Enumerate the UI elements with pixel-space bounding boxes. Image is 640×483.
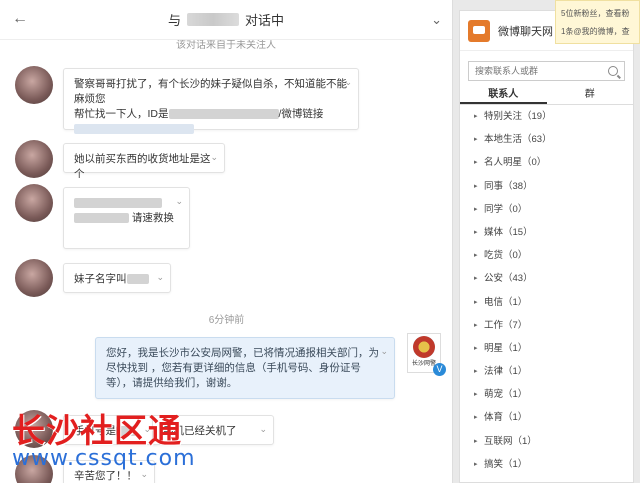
caret-right-icon: ▸ [474, 391, 478, 399]
caret-right-icon: ▸ [474, 182, 478, 190]
avatar[interactable] [15, 66, 53, 104]
watermark: 长沙社区通 www.cssqt.com [12, 411, 196, 471]
caret-right-icon: ▸ [474, 252, 478, 260]
group-item[interactable]: ▸ 搞笑（1） [460, 453, 633, 476]
search-input[interactable] [475, 66, 608, 76]
tab-contacts[interactable]: 联系人 [460, 85, 547, 104]
back-arrow-icon[interactable]: ← [12, 10, 28, 28]
timestamp: 6分钟前 [208, 315, 245, 326]
blurred-username [187, 13, 239, 26]
caret-right-icon: ▸ [474, 460, 478, 468]
caret-right-icon: ▸ [474, 205, 478, 213]
chat-title: 与 对话中 [167, 13, 285, 28]
chevron-down-icon[interactable]: ⌄ [156, 270, 164, 285]
chat-bubble-icon [468, 19, 490, 42]
group-item[interactable]: ▸ 特别关注（19） [460, 105, 633, 128]
chevron-down-icon[interactable]: ⌄ [210, 150, 218, 165]
caret-right-icon: ▸ [474, 298, 478, 306]
message-bubble: ⌄ 警察哥哥打扰了，有个长沙的妹子疑似自杀，不知道能不能麻烦您 帮忙找一下人，I… [63, 68, 359, 135]
chevron-down-icon[interactable]: ⌄ [175, 194, 183, 209]
group-item[interactable]: ▸ 名人明星（0） [460, 151, 633, 174]
group-item[interactable]: ▸ 互联网（1） [460, 430, 633, 453]
chat-window: ← 与 对话中 ⌄ 该对话来自于未关注人 ⌄ 警察哥哥打扰了，有个长沙的妹子疑似… [0, 0, 453, 483]
search-icon[interactable] [608, 66, 618, 76]
chevron-down-icon[interactable]: ⌄ [259, 422, 267, 437]
group-item[interactable]: ▸ 同学（0） [460, 198, 633, 221]
chat-header: ← 与 对话中 ⌄ [0, 0, 452, 40]
caret-right-icon: ▸ [474, 321, 478, 329]
blurred-text [74, 198, 162, 209]
group-item[interactable]: ▸ 体育（1） [460, 406, 633, 429]
group-item[interactable]: ▸ 法律（1） [460, 360, 633, 383]
avatar[interactable] [15, 184, 53, 222]
caret-right-icon: ▸ [474, 113, 478, 120]
blurred-text [126, 274, 149, 285]
group-item[interactable]: ▸ 萌宠（1） [460, 383, 633, 406]
verified-icon: V [433, 363, 446, 376]
group-item[interactable]: ▸ 媒体（15） [460, 221, 633, 244]
caret-right-icon: ▸ [474, 437, 478, 445]
chevron-down-icon[interactable]: ⌄ [431, 12, 442, 28]
police-avatar[interactable]: 长沙网警 V [407, 333, 446, 376]
group-item[interactable]: ▸ 本地生活（63） [460, 128, 633, 151]
tab-groups[interactable]: 群 [547, 85, 634, 104]
chevron-down-icon[interactable]: ⌄ [380, 344, 388, 359]
message-bubble: ⌄ 请速救换 [63, 187, 190, 249]
group-item[interactable]: ▸ 工作（7） [460, 314, 633, 337]
group-item[interactable]: ▸ 电信（1） [460, 291, 633, 314]
blurred-text [74, 213, 129, 224]
caret-right-icon: ▸ [474, 136, 478, 144]
contacts-panel: 微博聊天网 联系人 群 ▸特别关注（19） ▸本地生活（63） ▸名人明星（0）… [459, 10, 634, 483]
group-item[interactable]: ▸ 公安（43） [460, 267, 633, 290]
group-item[interactable]: ▸ 明星（1） [460, 337, 633, 360]
blurred-text [168, 109, 279, 120]
caret-right-icon: ▸ [474, 228, 478, 236]
contact-tabs: 联系人 群 [460, 85, 633, 105]
group-item[interactable]: ▸ 吃货（0） [460, 244, 633, 267]
caret-right-icon: ▸ [474, 275, 478, 283]
chevron-down-icon[interactable]: ⌄ [344, 75, 352, 90]
blurred-link[interactable] [74, 124, 194, 135]
avatar[interactable] [15, 140, 53, 178]
caret-right-icon: ▸ [474, 159, 478, 167]
police-emblem-icon [413, 336, 435, 358]
avatar[interactable] [15, 259, 53, 297]
message-bubble: ⌄ 她以前买东西的收货地址是这个 [63, 143, 225, 180]
unfollowed-notice: 该对话来自于未关注人 [176, 40, 276, 51]
contact-search [468, 61, 625, 81]
caret-right-icon: ▸ [474, 344, 478, 352]
caret-right-icon: ▸ [474, 414, 478, 422]
message-bubble: ⌄ 妹子名字叫 [63, 263, 171, 293]
reply-bubble: ⌄ 您好，我是长沙市公安局网警，已将情况通报相关部门，为尽快找到 ，您若有更详细… [95, 337, 395, 399]
notification-popup[interactable]: 5位新粉丝，查看粉 1条@我的微博，查看 [555, 0, 640, 44]
caret-right-icon: ▸ [474, 368, 478, 376]
group-list: ▸ 特别关注（19） ▸ 本地生活（63） ▸ 名人明星（0） ▸ 同事（38） ▸ 同学… [460, 105, 633, 476]
group-item[interactable]: ▸ 同事（38） [460, 175, 633, 198]
